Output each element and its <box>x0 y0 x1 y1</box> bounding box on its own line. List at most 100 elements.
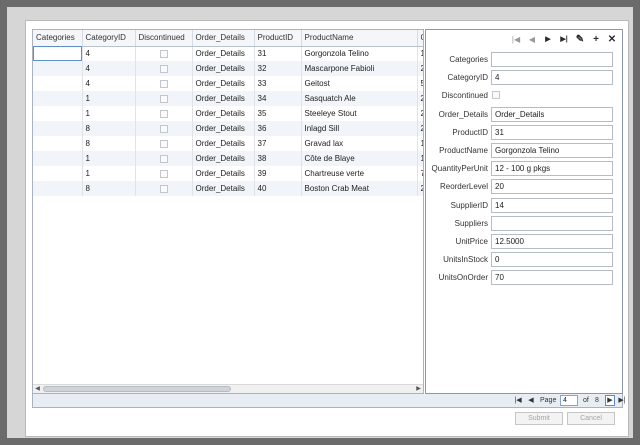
column-header[interactable]: CategoryID <box>82 30 136 47</box>
category-id-cell[interactable]: 1 <box>82 166 136 181</box>
order-details-cell[interactable]: Order_Details <box>192 61 255 76</box>
order-details-cell[interactable]: Order_Details <box>192 151 255 166</box>
product-name-cell[interactable]: Boston Crab Meat <box>301 181 418 196</box>
cancel-button[interactable]: Cancel <box>567 412 615 425</box>
product-name-cell[interactable]: Chartreuse verte <box>301 166 418 181</box>
category-id-cell[interactable]: 4 <box>82 61 136 76</box>
field-input[interactable]: 4 <box>491 70 613 86</box>
next-icon[interactable]: ▶ <box>541 33 555 47</box>
categories-cell[interactable] <box>33 91 83 106</box>
discontinued-cell[interactable] <box>135 121 193 136</box>
quantity-cell[interactable]: 12 <box>417 46 423 61</box>
product-name-cell[interactable]: Côte de Blaye <box>301 151 418 166</box>
product-id-cell[interactable]: 31 <box>254 46 302 61</box>
category-id-cell[interactable]: 4 <box>82 46 136 61</box>
submit-button[interactable]: Submit <box>515 412 563 425</box>
discontinued-checkbox[interactable] <box>159 79 168 88</box>
quantity-cell[interactable]: 24 <box>417 121 423 136</box>
discontinued-cell[interactable] <box>135 106 193 121</box>
discontinued-cell[interactable] <box>135 76 193 91</box>
categories-cell[interactable] <box>33 166 83 181</box>
discontinued-cell[interactable] <box>135 181 193 196</box>
quantity-cell[interactable]: 24 <box>417 181 423 196</box>
column-header[interactable]: ProductID <box>254 30 302 47</box>
product-id-cell[interactable]: 38 <box>254 151 302 166</box>
table-row[interactable]: 1 Order_Details38Côte de Blaye12 <box>33 151 423 166</box>
categories-cell[interactable] <box>33 76 83 91</box>
categories-cell[interactable] <box>33 151 83 166</box>
discontinued-checkbox[interactable] <box>159 124 168 133</box>
category-id-cell[interactable]: 1 <box>82 91 136 106</box>
field-input[interactable]: 12.5000 <box>491 234 613 249</box>
categories-cell[interactable] <box>33 136 83 151</box>
discontinued-cell[interactable] <box>135 61 193 76</box>
last-page-icon[interactable]: ▶| <box>617 394 627 407</box>
categories-cell[interactable] <box>33 121 83 136</box>
scroll-thumb[interactable] <box>43 386 231 392</box>
category-id-cell[interactable]: 1 <box>82 151 136 166</box>
next-page-icon[interactable]: ▶ <box>605 395 615 406</box>
table-row[interactable]: 4 Order_Details32Mascarpone Fabioli24 <box>33 61 423 76</box>
discontinued-checkbox[interactable] <box>159 154 168 163</box>
quantity-cell[interactable]: 24 <box>417 106 423 121</box>
quantity-cell[interactable]: 12 <box>417 136 423 151</box>
discontinued-checkbox[interactable] <box>159 169 168 178</box>
categories-cell[interactable] <box>33 46 83 61</box>
field-input[interactable]: 70 <box>491 270 613 286</box>
product-name-cell[interactable]: Sasquatch Ale <box>301 91 418 106</box>
first-icon[interactable]: |◀ <box>509 33 523 47</box>
order-details-cell[interactable]: Order_Details <box>192 136 255 151</box>
add-icon[interactable]: + <box>589 33 603 47</box>
order-details-cell[interactable]: Order_Details <box>192 181 255 196</box>
column-header[interactable]: Order_Details <box>192 30 255 47</box>
product-id-cell[interactable]: 36 <box>254 121 302 136</box>
category-id-cell[interactable]: 1 <box>82 106 136 121</box>
close-icon[interactable]: ✕ <box>605 33 619 47</box>
table-row[interactable]: 8 Order_Details40Boston Crab Meat24 <box>33 181 423 196</box>
product-id-cell[interactable]: 34 <box>254 91 302 106</box>
table-row[interactable]: 4 Order_Details33Geitost50 <box>33 76 423 91</box>
discontinued-cell[interactable] <box>135 46 193 61</box>
scroll-left-icon[interactable]: ◀ <box>33 385 42 393</box>
product-id-cell[interactable]: 37 <box>254 136 302 151</box>
field-input[interactable]: 20 <box>491 179 613 195</box>
product-name-cell[interactable]: Geitost <box>301 76 418 91</box>
discontinued-checkbox[interactable] <box>159 184 168 193</box>
categories-cell[interactable] <box>33 181 83 196</box>
table-row[interactable]: 8 Order_Details36Inlagd Sill24 <box>33 121 423 136</box>
discontinued-checkbox[interactable] <box>159 94 168 103</box>
products-grid[interactable]: Categories CategoryID Discontinued Order_De… <box>32 29 424 394</box>
discontinued-cell[interactable] <box>135 166 193 181</box>
category-id-cell[interactable]: 4 <box>82 76 136 91</box>
edit-icon[interactable]: ✎ <box>573 33 587 47</box>
category-id-cell[interactable]: 8 <box>82 181 136 196</box>
product-name-cell[interactable]: Mascarpone Fabioli <box>301 61 418 76</box>
quantity-cell[interactable]: 24 <box>417 91 423 106</box>
table-row[interactable]: 8 Order_Details37Gravad lax12 <box>33 136 423 151</box>
product-id-cell[interactable]: 40 <box>254 181 302 196</box>
categories-cell[interactable] <box>33 61 83 76</box>
quantity-cell[interactable]: 24 <box>417 61 423 76</box>
first-page-icon[interactable]: |◀ <box>513 394 523 407</box>
order-details-cell[interactable]: Order_Details <box>192 76 255 91</box>
quantity-cell[interactable]: 12 <box>417 151 423 166</box>
discontinued-checkbox[interactable] <box>159 64 168 73</box>
field-input[interactable] <box>491 215 613 231</box>
category-id-cell[interactable]: 8 <box>82 121 136 136</box>
product-name-cell[interactable]: Steeleye Stout <box>301 106 418 121</box>
discontinued-checkbox[interactable] <box>159 139 168 148</box>
field-input[interactable]: 14 <box>491 197 613 213</box>
field-input[interactable] <box>491 52 613 67</box>
discontinued-cell[interactable] <box>135 151 193 166</box>
quantity-cell[interactable]: 50 <box>417 76 423 91</box>
product-id-cell[interactable]: 32 <box>254 61 302 76</box>
field-input[interactable]: 12 - 100 g pkgs <box>491 161 613 177</box>
order-details-cell[interactable]: Order_Details <box>192 121 255 136</box>
column-header[interactable]: Discontinued <box>135 30 193 47</box>
last-icon[interactable]: ▶| <box>557 33 571 47</box>
quantity-cell[interactable]: 75 <box>417 166 423 181</box>
field-input[interactable]: 0 <box>491 252 613 268</box>
field-input[interactable]: Gorgonzola Telino <box>491 143 613 158</box>
product-id-cell[interactable]: 33 <box>254 76 302 91</box>
column-header[interactable]: ProductName <box>301 30 418 47</box>
